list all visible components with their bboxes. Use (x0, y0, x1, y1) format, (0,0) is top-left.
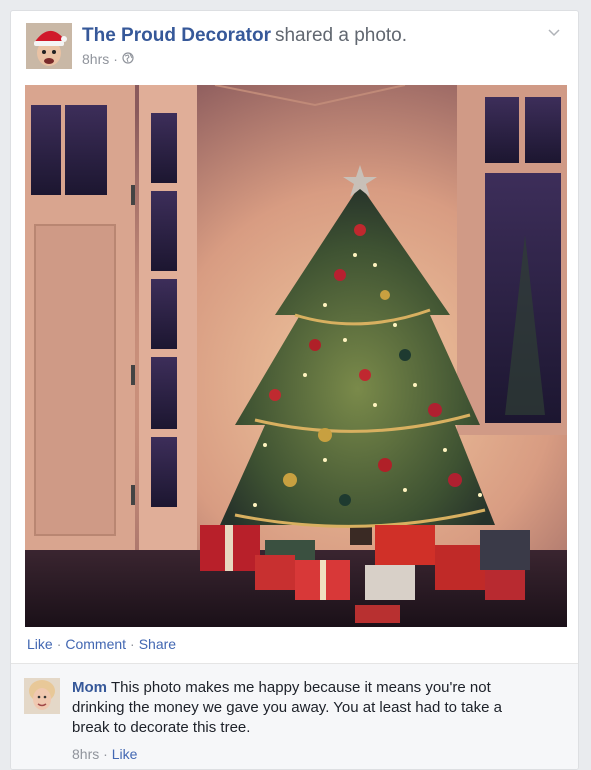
post-timestamp[interactable]: 8hrs (82, 51, 109, 67)
comment-text: This photo makes me happy because it mea… (72, 679, 503, 736)
post-action-text: shared a photo. (274, 25, 408, 46)
comments-section: Mom This photo makes me happy because it … (11, 663, 578, 769)
like-link[interactable]: Like (27, 636, 53, 652)
comment-like-link[interactable]: Like (112, 746, 138, 762)
post-header: The Proud Decorator shared a photo. 8hrs … (26, 23, 563, 75)
comment-link[interactable]: Comment (65, 636, 126, 652)
meta-separator: · (113, 51, 118, 67)
author-avatar[interactable] (26, 23, 72, 69)
globe-icon (122, 51, 134, 67)
post-meta: 8hrs · (82, 51, 407, 67)
author-name[interactable]: The Proud Decorator (82, 25, 271, 46)
post-card: The Proud Decorator shared a photo. 8hrs … (10, 10, 579, 770)
share-link[interactable]: Share (139, 636, 176, 652)
action-separator: · (56, 636, 62, 652)
comment: Mom This photo makes me happy because it … (72, 678, 542, 764)
comment-meta: 8hrs · Like (72, 744, 542, 764)
post-actions: Like · Comment · Share (27, 636, 176, 652)
comment-meta-separator: · (103, 746, 108, 762)
commenter-name[interactable]: Mom (72, 679, 107, 696)
comment-timestamp[interactable]: 8hrs (72, 746, 99, 762)
action-separator: · (130, 636, 135, 652)
chevron-down-icon[interactable] (547, 25, 561, 39)
post-photo[interactable] (25, 85, 567, 627)
commenter-avatar[interactable] (24, 678, 60, 714)
